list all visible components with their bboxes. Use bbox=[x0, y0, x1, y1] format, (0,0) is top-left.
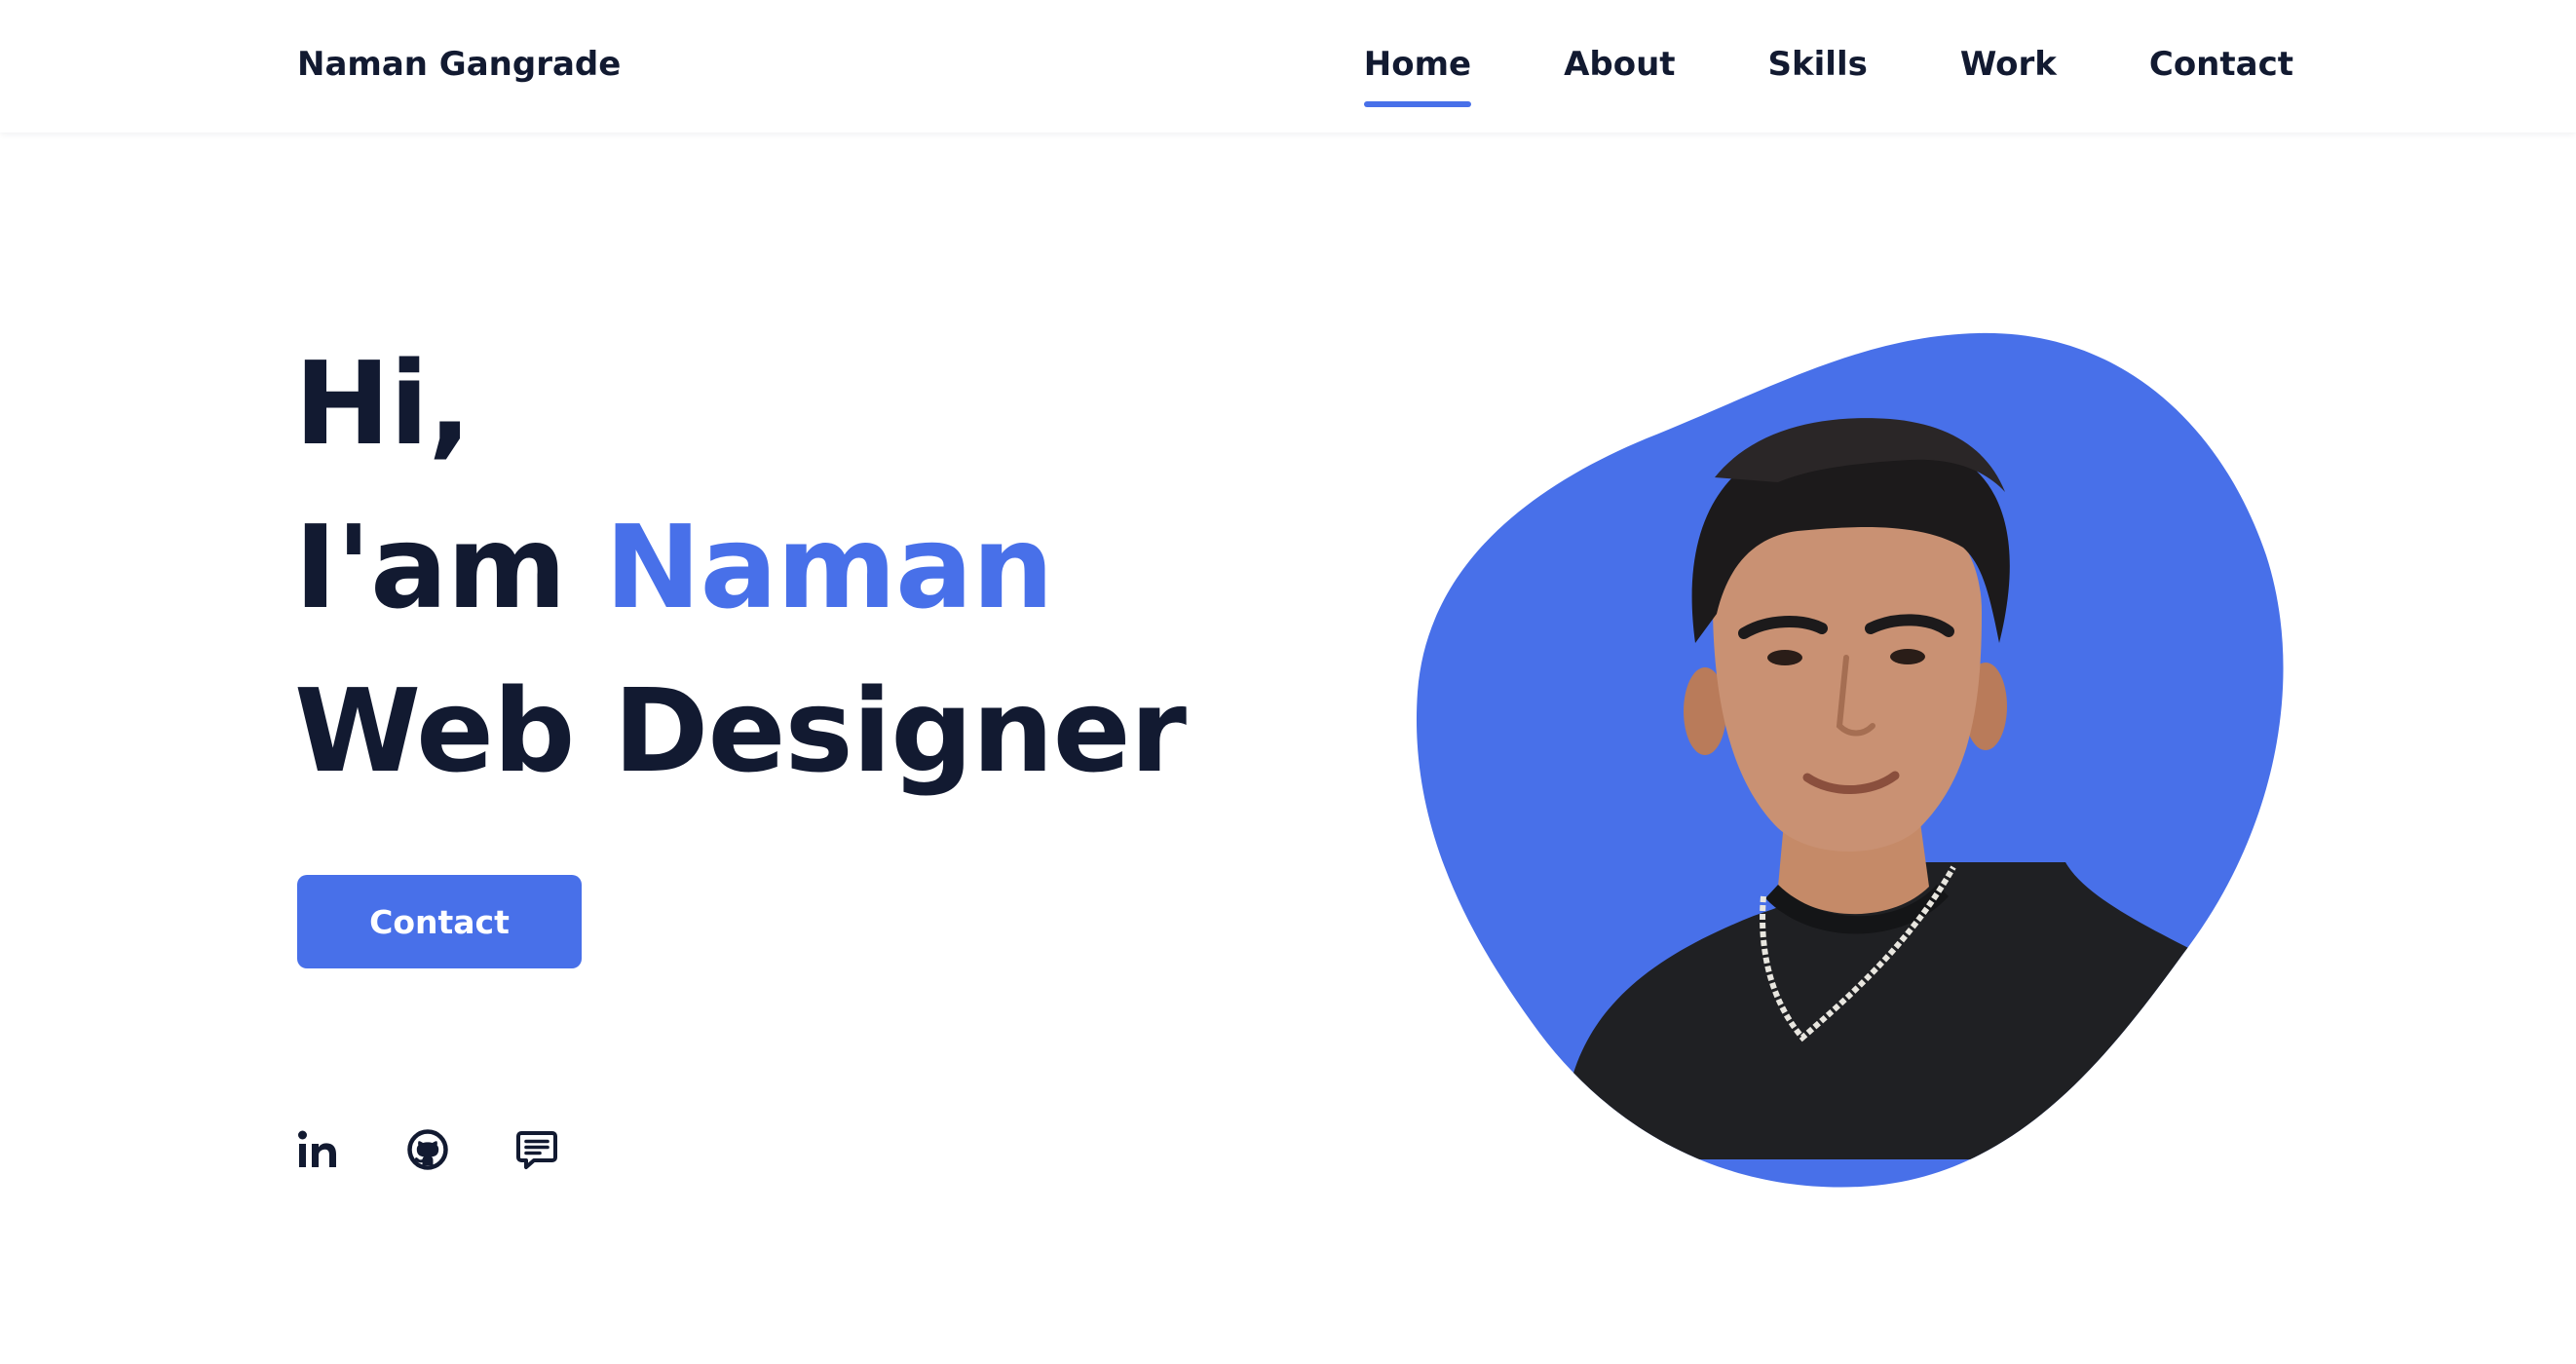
message-icon[interactable] bbox=[515, 1128, 558, 1171]
profile-photo bbox=[1416, 332, 2284, 1188]
github-icon[interactable] bbox=[406, 1128, 449, 1171]
hero-intro-line: I'am Naman bbox=[294, 485, 1186, 649]
hero-name: Naman bbox=[604, 500, 1054, 634]
hero-title: Hi, I'am Naman Web Designer bbox=[294, 322, 1187, 813]
contact-button[interactable]: Contact bbox=[297, 875, 582, 968]
social-links bbox=[297, 1128, 558, 1171]
nav-item-label: Skills bbox=[1767, 45, 1868, 84]
main-nav: Home About Skills Work Contact bbox=[1363, 43, 2293, 107]
hero-greeting: Hi, bbox=[294, 336, 472, 471]
nav-item-contact[interactable]: Contact bbox=[2149, 43, 2293, 86]
nav-item-home[interactable]: Home bbox=[1363, 43, 1472, 107]
hero-portrait-blob bbox=[1403, 322, 2299, 1198]
nav-item-label: About bbox=[1564, 45, 1676, 84]
site-header: Naman Gangrade Home About Skills Work Co… bbox=[0, 0, 2576, 133]
hero-intro-prefix: I'am bbox=[294, 500, 605, 634]
nav-item-work[interactable]: Work bbox=[1960, 43, 2057, 86]
linkedin-icon[interactable] bbox=[297, 1128, 340, 1171]
hero-role: Web Designer bbox=[294, 663, 1187, 798]
nav-item-label: Contact bbox=[2148, 45, 2293, 84]
active-nav-indicator bbox=[1363, 101, 1472, 107]
nav-item-label: Home bbox=[1363, 45, 1472, 84]
nav-item-about[interactable]: About bbox=[1564, 43, 1675, 86]
nav-item-label: Work bbox=[1959, 45, 2057, 84]
site-logo[interactable]: Naman Gangrade bbox=[297, 43, 621, 86]
nav-item-skills[interactable]: Skills bbox=[1768, 43, 1868, 86]
